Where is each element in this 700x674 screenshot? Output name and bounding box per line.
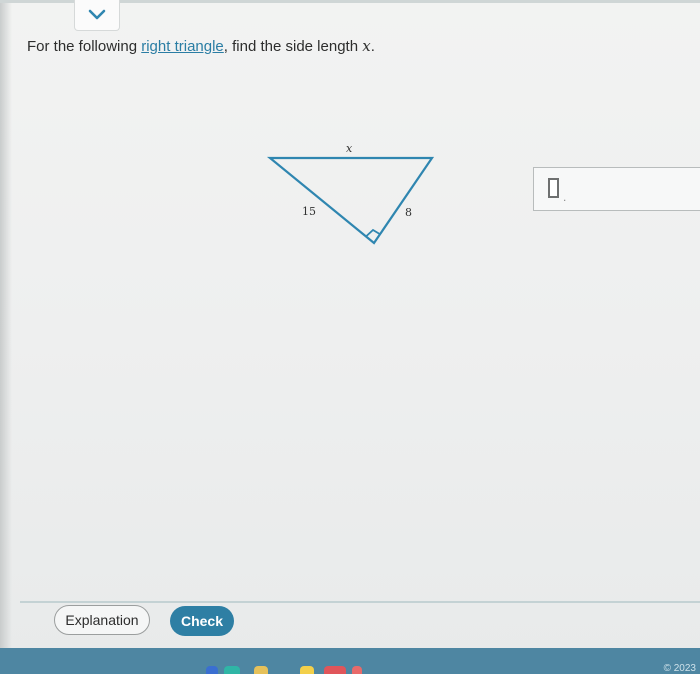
label-15: 15	[302, 205, 316, 218]
dock-app-icon[interactable]	[300, 666, 314, 674]
explanation-button[interactable]: Explanation	[54, 605, 150, 635]
answer-input[interactable]	[548, 178, 559, 198]
dock-app-icon[interactable]	[224, 666, 240, 674]
divider	[20, 601, 700, 603]
answer-box: .	[533, 167, 700, 211]
label-x: x	[346, 142, 353, 155]
dock-app-icon[interactable]	[324, 666, 346, 674]
triangle-figure: x 15 8	[266, 142, 435, 245]
copyright-text: © 2023	[663, 663, 696, 674]
dock-app-icon[interactable]	[206, 666, 218, 674]
check-button[interactable]: Check	[170, 606, 234, 636]
triangle-shape	[266, 156, 435, 245]
label-8: 8	[405, 206, 412, 219]
screen: For the following right triangle, find t…	[0, 0, 700, 674]
answer-suffix: .	[563, 190, 567, 204]
dock-app-icon[interactable]	[352, 666, 362, 674]
dock-app-icon[interactable]	[254, 666, 268, 674]
bottom-bar	[0, 648, 700, 674]
